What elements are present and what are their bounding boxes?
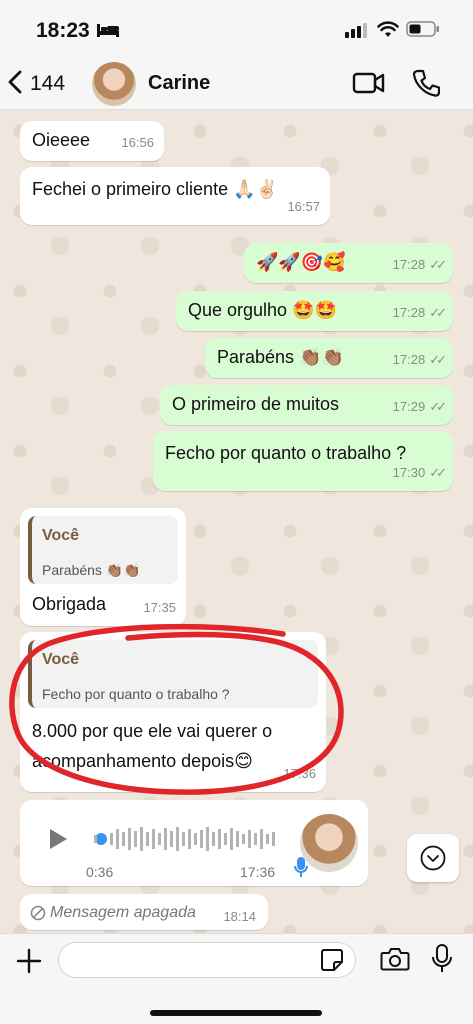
deleted-message-bubble[interactable]: Mensagem apagada 18:14 (20, 894, 268, 930)
message-bubble[interactable]: Parabéns 👏🏽👏🏽 17:28 ✓✓ (205, 338, 453, 378)
contact-name[interactable]: Carine (148, 72, 210, 95)
deleted-time: 18:14 (223, 909, 256, 924)
voice-message-bubble[interactable]: 0:36 17:36 (20, 800, 368, 886)
message-text: Oieeee (32, 130, 91, 150)
time-label: 17:35 (143, 600, 176, 615)
video-call-button[interactable] (352, 70, 386, 101)
chat-header: 144 Carine (0, 58, 473, 110)
message-time: 17:28 ✓✓ (392, 253, 447, 277)
play-icon[interactable] (48, 828, 68, 856)
message-time: 17:30 ✓✓ (392, 461, 447, 485)
reply-message-bubble[interactable]: Você Fecho por quanto o trabalho ? 8.000… (20, 632, 326, 792)
read-receipt-icon: ✓✓ (429, 352, 447, 367)
message-time: 16:57 (287, 195, 320, 219)
message-text: Parabéns 👏🏽👏🏽 (217, 347, 344, 367)
microphone-button[interactable] (431, 944, 453, 979)
message-bubble[interactable]: 🚀🚀🎯🥰 17:28 ✓✓ (244, 243, 453, 283)
message-text: O primeiro de muitos (172, 394, 340, 414)
quoted-message[interactable]: Você Fecho por quanto o trabalho ? (28, 640, 318, 708)
message-time: 17:28 ✓✓ (392, 348, 447, 372)
time-label: 17:30 (392, 465, 426, 480)
read-receipt-icon: ✓✓ (429, 257, 447, 272)
blocked-icon (30, 903, 46, 927)
contact-avatar[interactable] (92, 62, 136, 106)
time-label: 17:28 (392, 352, 426, 367)
sender-avatar (300, 814, 358, 872)
time-label: 16:57 (287, 199, 320, 214)
signal-icon (345, 22, 369, 43)
reply-message-bubble[interactable]: Você Parabéns 👏🏽👏🏽 Obrigada 17:35 (20, 508, 186, 626)
wifi-icon (377, 20, 399, 43)
quoted-message[interactable]: Você Parabéns 👏🏽👏🏽 (28, 516, 178, 584)
message-bubble[interactable]: Que orgulho 🤩🤩 17:28 ✓✓ (176, 291, 453, 331)
camera-button[interactable] (380, 946, 410, 977)
quote-author: Você (42, 651, 80, 668)
scroll-down-button[interactable] (407, 834, 459, 882)
sticker-button[interactable] (320, 948, 344, 977)
read-receipt-icon: ✓✓ (429, 305, 447, 320)
read-receipt-icon: ✓✓ (429, 399, 447, 414)
voice-time: 17:36 (240, 864, 276, 880)
phone-call-button[interactable] (412, 68, 441, 103)
quote-text: Fecho por quanto o trabalho ? (42, 686, 230, 702)
attach-plus-button[interactable] (16, 948, 42, 979)
deleted-text: Mensagem apagada (50, 904, 196, 921)
message-text: 🚀🚀🎯🥰 (256, 252, 346, 272)
time-label: 17:36 (283, 766, 316, 781)
voice-duration: 0:36 (86, 864, 114, 880)
time-label: 17:28 (392, 305, 426, 320)
message-line: 8.000 por que ele vai querer o (32, 721, 273, 741)
message-line: acompanhamento depois😊 (32, 751, 253, 771)
message-text: Obrigada (32, 594, 107, 614)
status-bar: 18:23 (0, 0, 473, 58)
read-receipt-icon: ✓✓ (429, 465, 447, 480)
message-bubble[interactable]: Fechei o primeiro cliente 🙏🏻✌🏻 16:57 (20, 167, 330, 225)
back-button[interactable]: 144 (8, 68, 65, 100)
composer-bar (0, 933, 473, 1024)
message-text: 8.000 por que ele vai querer o acompanha… (32, 716, 272, 776)
message-time: 17:28 ✓✓ (392, 301, 447, 325)
quote-author: Você (42, 527, 80, 544)
unread-count: 144 (30, 72, 66, 95)
message-time: 17:36 (283, 762, 316, 786)
message-time: 17:35 (143, 596, 176, 620)
message-time: 17:29 ✓✓ (392, 395, 447, 419)
chevron-down-icon (420, 845, 446, 876)
status-time: 18:23 (36, 19, 90, 42)
quote-text: Parabéns 👏🏽👏🏽 (42, 562, 141, 578)
message-input[interactable] (58, 942, 356, 978)
message-bubble[interactable]: O primeiro de muitos 17:29 ✓✓ (160, 385, 453, 425)
chat-area[interactable]: Oieeee 16:56 Fechei o primeiro cliente 🙏… (0, 111, 473, 933)
home-indicator (150, 1010, 322, 1016)
bed-icon (96, 22, 120, 43)
time-label: 16:56 (121, 135, 154, 150)
message-time: 16:56 (121, 131, 154, 155)
battery-icon (406, 21, 440, 42)
message-text: Fecho por quanto o trabalho ? (165, 443, 407, 463)
message-text: Que orgulho 🤩🤩 (188, 300, 337, 320)
chevron-left-icon (8, 70, 22, 99)
time-label: 17:28 (392, 257, 426, 272)
time-label: 17:29 (392, 399, 426, 414)
message-bubble[interactable]: Oieeee 16:56 (20, 121, 164, 161)
message-bubble[interactable]: Fecho por quanto o trabalho ? 17:30 ✓✓ (153, 431, 453, 491)
waveform-icon[interactable] (90, 824, 290, 860)
microphone-icon (294, 856, 308, 884)
message-text: Fechei o primeiro cliente 🙏🏻✌🏻 (32, 179, 278, 199)
